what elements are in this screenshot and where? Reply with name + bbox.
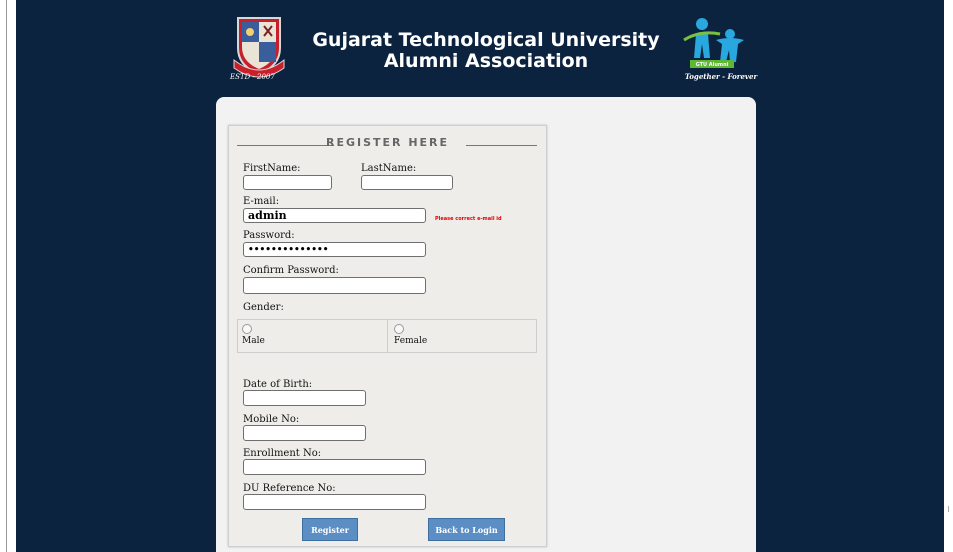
window-left-border — [6, 0, 7, 552]
last-name-input[interactable] — [361, 175, 453, 190]
register-form: REGISTER HERE FirstName: LastName: E-mai… — [228, 125, 547, 547]
page-background: ESTD - 2007 Gujarat Technological Univer… — [16, 0, 944, 552]
du-reference-label: DU Reference No: — [243, 483, 336, 494]
form-legend-title: REGISTER HERE — [325, 136, 450, 149]
male-label: Male — [242, 336, 265, 346]
confirm-password-input[interactable] — [243, 277, 426, 294]
du-reference-input[interactable] — [243, 494, 426, 510]
alumni-badge-text: GTU Alumni — [696, 62, 729, 68]
last-name-label: LastName: — [361, 163, 417, 174]
page-title: Gujarat Technological University Alumni … — [296, 30, 676, 72]
scrollbar-indicator — [948, 506, 949, 512]
first-name-label: FirstName: — [243, 163, 301, 174]
email-input[interactable]: admin — [243, 208, 426, 223]
gender-option-male[interactable]: Male — [238, 320, 386, 352]
header: ESTD - 2007 Gujarat Technological Univer… — [16, 0, 944, 92]
gender-option-female[interactable]: Female — [387, 320, 536, 352]
password-label: Password: — [243, 230, 295, 241]
form-legend: REGISTER HERE — [229, 135, 546, 153]
crest-estd-text: ESTD - 2007 — [230, 73, 275, 81]
back-to-login-button[interactable]: Back to Login — [428, 518, 505, 541]
alumni-tagline: Together - Forever — [684, 72, 758, 81]
register-button[interactable]: Register — [302, 518, 358, 541]
enrollment-input[interactable] — [243, 459, 426, 475]
dob-input[interactable] — [243, 390, 366, 406]
gender-label: Gender: — [243, 302, 284, 313]
title-line-2: Alumni Association — [383, 50, 589, 72]
dob-label: Date of Birth: — [243, 379, 313, 390]
female-radio[interactable] — [394, 324, 404, 334]
female-label: Female — [394, 336, 428, 346]
password-input[interactable]: •••••••••••••• — [243, 242, 426, 257]
legend-line-right — [466, 145, 537, 146]
email-error-message: Please correct e-mail id — [435, 216, 502, 222]
mobile-label: Mobile No: — [243, 414, 300, 425]
enrollment-label: Enrollment No: — [243, 448, 322, 459]
confirm-password-label: Confirm Password: — [243, 265, 339, 276]
gender-options: Male Female — [237, 319, 537, 353]
first-name-input[interactable] — [243, 175, 332, 190]
mobile-input[interactable] — [243, 425, 366, 441]
title-line-1: Gujarat Technological University — [312, 29, 660, 51]
male-radio[interactable] — [242, 324, 252, 334]
email-label: E-mail: — [243, 196, 280, 207]
